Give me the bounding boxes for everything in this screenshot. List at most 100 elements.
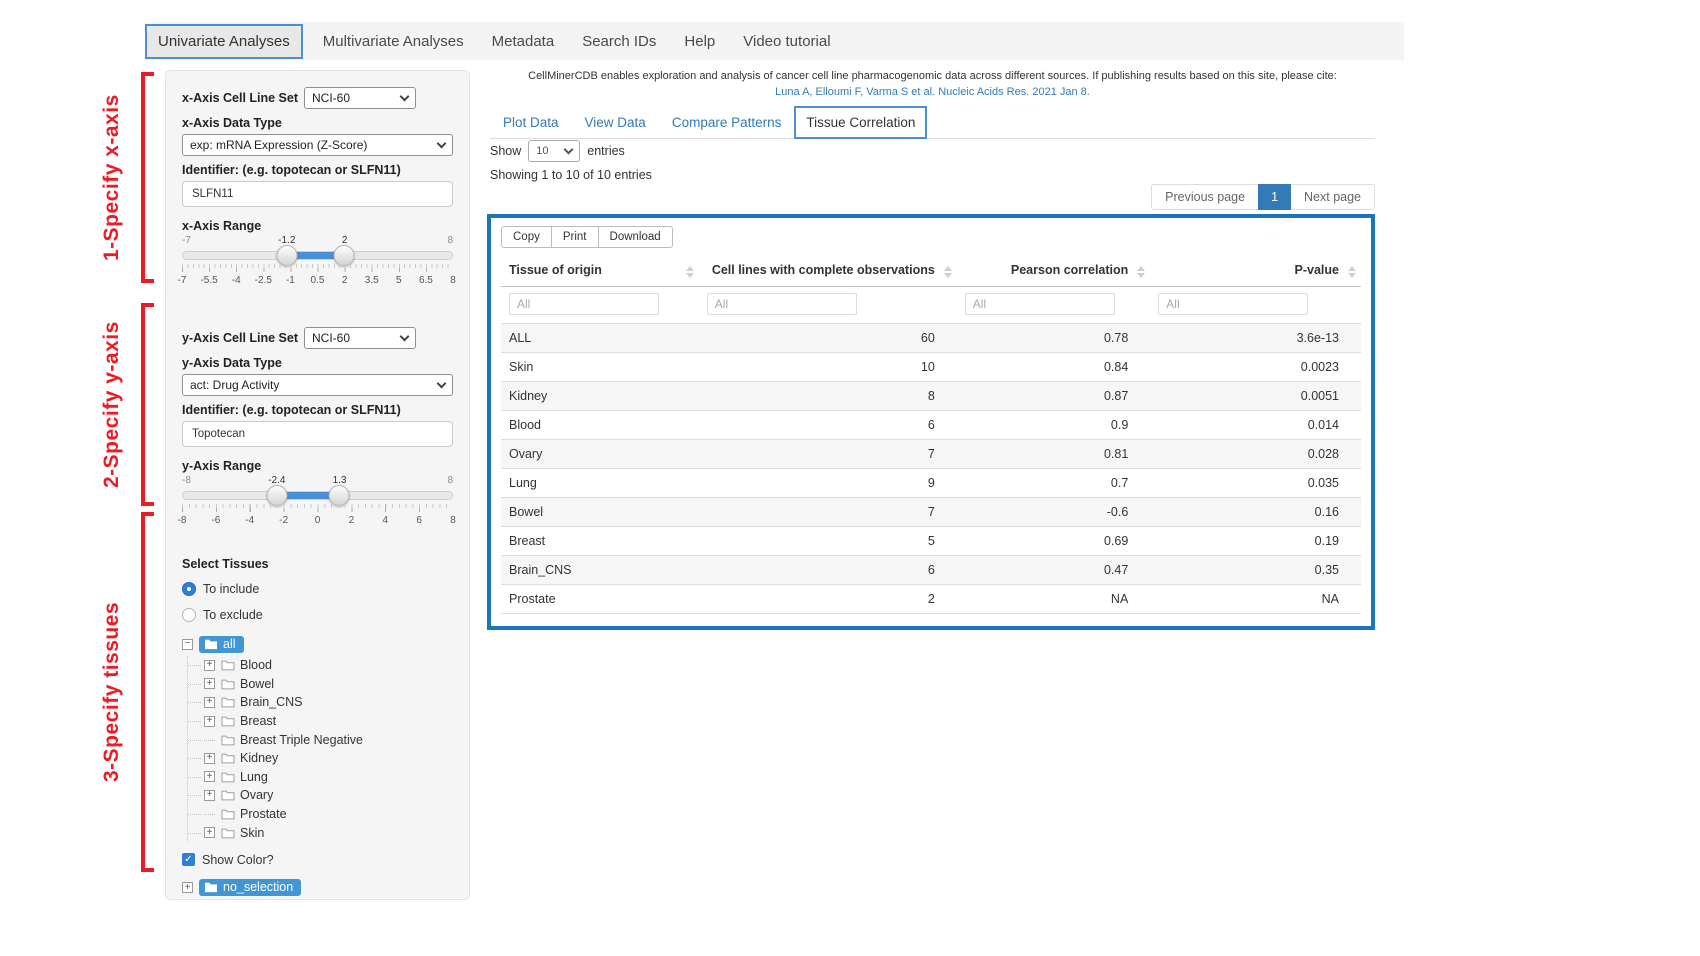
x-axis-range-slider[interactable]: -7 -1.2 2 8 -7-5.5-4-2.5-10.523.556.58 — [182, 235, 453, 291]
x-cell-line-set-select[interactable]: NCI-60 — [304, 87, 416, 109]
tree-node-no-selection[interactable]: no_selection — [199, 879, 301, 896]
select-value: exp: mRNA Expression (Z-Score) — [190, 138, 367, 152]
nav-item[interactable]: Metadata — [478, 33, 569, 50]
filter-cell-lines-input[interactable] — [707, 293, 857, 315]
y-data-type-select[interactable]: act: Drug Activity — [182, 374, 453, 396]
y-identifier-input[interactable] — [182, 421, 453, 447]
slider-handle-from[interactable] — [267, 485, 288, 506]
collapse-icon[interactable] — [182, 639, 193, 650]
pvalue-cell: 0.028 — [1150, 440, 1361, 469]
slider-tick-label: 2 — [342, 275, 348, 286]
export-button[interactable]: Download — [598, 226, 673, 248]
folder-icon — [221, 827, 235, 839]
radio-to-include[interactable]: To include — [182, 578, 453, 599]
tab[interactable]: Plot Data — [490, 107, 572, 138]
nav-item[interactable]: Video tutorial — [729, 33, 844, 50]
y-data-type-label: y-Axis Data Type — [182, 356, 453, 370]
tree-node[interactable]: Blood — [204, 656, 453, 675]
tab[interactable]: View Data — [572, 107, 659, 138]
column-header[interactable]: Tissue of origin — [501, 257, 699, 287]
annotation-bracket-2 — [141, 303, 154, 506]
x-identifier-label: Identifier: (e.g. topotecan or SLFN11) — [182, 163, 453, 177]
expand-icon[interactable] — [204, 716, 215, 727]
table-row: ALL 60 0.78 3.6e-13 — [501, 324, 1361, 353]
radio-to-exclude[interactable]: To exclude — [182, 604, 453, 625]
sort-icon — [1137, 266, 1145, 278]
filter-pvalue-input[interactable] — [1158, 293, 1308, 315]
page-1-button[interactable]: 1 — [1258, 184, 1291, 210]
tree-node-label: Skin — [240, 826, 264, 840]
previous-page-button[interactable]: Previous page — [1151, 184, 1258, 210]
y-identifier-label: Identifier: (e.g. topotecan or SLFN11) — [182, 403, 453, 417]
expand-icon[interactable] — [204, 678, 215, 689]
expand-icon[interactable] — [204, 697, 215, 708]
tree-node[interactable]: Breast Triple Negative — [204, 730, 453, 749]
expand-icon[interactable] — [204, 660, 215, 671]
table-row: Breast 5 0.69 0.19 — [501, 527, 1361, 556]
expand-icon[interactable] — [204, 809, 215, 820]
expand-icon[interactable] — [182, 882, 193, 893]
slider-track[interactable] — [182, 491, 453, 500]
expand-icon[interactable] — [204, 790, 215, 801]
x-data-type-select[interactable]: exp: mRNA Expression (Z-Score) — [182, 134, 453, 156]
pearson-cell: 0.87 — [957, 382, 1151, 411]
expand-icon[interactable] — [204, 753, 215, 764]
nav-item[interactable]: Help — [670, 33, 729, 50]
nav-item[interactable]: Univariate Analyses — [145, 24, 303, 59]
tree-node-label: no_selection — [223, 880, 293, 894]
expand-icon[interactable] — [204, 734, 215, 745]
tree-node-all[interactable]: all — [199, 636, 244, 653]
tree-node-label: Kidney — [240, 751, 278, 765]
expand-icon[interactable] — [204, 827, 215, 838]
tree-node[interactable]: Kidney — [204, 749, 453, 768]
cell-lines-cell: 7 — [699, 440, 957, 469]
pearson-cell: 0.69 — [957, 527, 1151, 556]
export-button[interactable]: Print — [551, 226, 599, 248]
x-identifier-input[interactable] — [182, 181, 453, 207]
y-axis-range-slider[interactable]: -8 -2.4 1.3 8 -8-6-4-202468 — [182, 475, 453, 531]
cell-lines-cell: 10 — [699, 353, 957, 382]
citation-link[interactable]: Luna A, Elloumi F, Varma S et al. Nuclei… — [490, 86, 1375, 98]
show-color-checkbox[interactable]: ✓ Show Color? — [182, 851, 453, 869]
y-cell-line-set-select[interactable]: NCI-60 — [304, 327, 416, 349]
slider-tick-label: 0.5 — [311, 275, 325, 286]
tab[interactable]: Tissue Correlation — [794, 106, 927, 139]
tissue-tree: all Blood Bowel — [182, 634, 453, 842]
tree-node[interactable]: Ovary — [204, 786, 453, 805]
tab[interactable]: Compare Patterns — [659, 107, 795, 138]
slider-handle-from[interactable] — [277, 245, 298, 266]
slider-handle-to[interactable] — [329, 485, 350, 506]
folder-icon — [221, 752, 235, 764]
nav-item[interactable]: Search IDs — [568, 33, 670, 50]
slider-handle-to[interactable] — [334, 245, 355, 266]
slider-tick-label: -4 — [232, 275, 241, 286]
column-header[interactable]: Pearson correlation — [957, 257, 1151, 287]
entries-select[interactable]: 10 — [528, 140, 580, 162]
expand-icon[interactable] — [204, 771, 215, 782]
column-header[interactable]: Cell lines with complete observations — [699, 257, 957, 287]
nav-item[interactable]: Multivariate Analyses — [309, 33, 478, 50]
cell-lines-cell: 5 — [699, 527, 957, 556]
pvalue-cell: 0.19 — [1150, 527, 1361, 556]
next-page-button[interactable]: Next page — [1291, 184, 1375, 210]
tree-node[interactable]: Brain_CNS — [204, 693, 453, 712]
folder-icon — [204, 881, 218, 893]
filter-pearson-input[interactable] — [965, 293, 1115, 315]
tree-node[interactable]: Lung — [204, 768, 453, 787]
slider-track[interactable] — [182, 251, 453, 260]
entries-label: entries — [587, 144, 625, 158]
slider-tick-label: 6.5 — [419, 275, 433, 286]
tree-node[interactable]: Bowel — [204, 675, 453, 694]
tree-node[interactable]: Breast — [204, 712, 453, 731]
tree-node[interactable]: Skin — [204, 823, 453, 842]
slider-tick-label: -1 — [286, 275, 295, 286]
table-row: Ovary 7 0.81 0.028 — [501, 440, 1361, 469]
tree-node[interactable]: Prostate — [204, 805, 453, 824]
column-header[interactable]: P-value — [1150, 257, 1361, 287]
tissue-correlation-table: Tissue of origin Cell lines with complet… — [501, 257, 1361, 614]
tissue-cell: Brain_CNS — [501, 556, 699, 585]
export-button[interactable]: Copy — [501, 226, 552, 248]
folder-icon — [221, 678, 235, 690]
y-range-label: y-Axis Range — [182, 459, 453, 473]
filter-tissue-input[interactable] — [509, 293, 659, 315]
